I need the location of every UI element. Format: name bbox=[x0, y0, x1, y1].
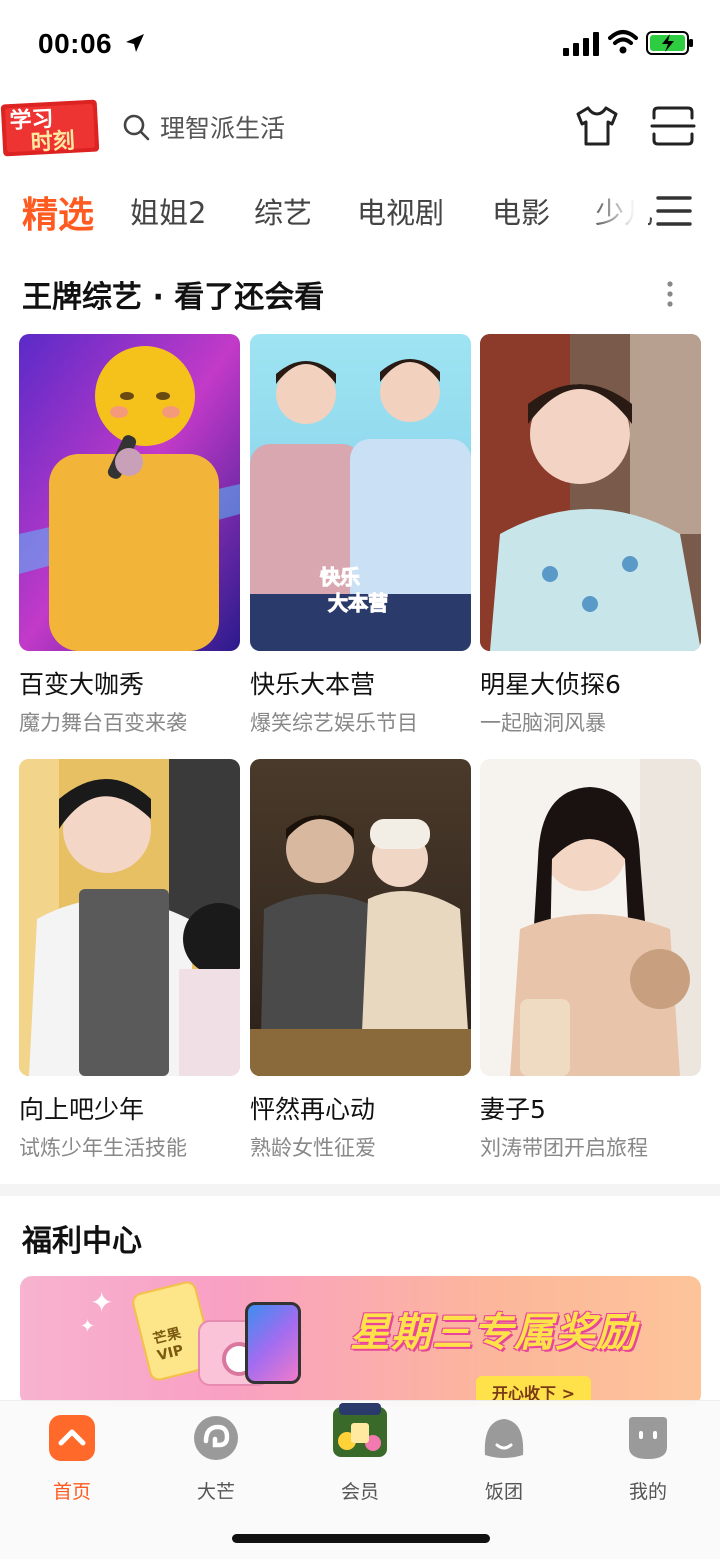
show-title: 怦然再心动 bbox=[250, 1095, 376, 1124]
search-placeholder: 理智派生活 bbox=[160, 114, 286, 143]
show-thumbnail bbox=[480, 334, 701, 651]
show-subtitle: 爆笑综艺娱乐节目 bbox=[250, 711, 418, 735]
nav-fantuan[interactable]: 饭团 bbox=[454, 1415, 554, 1504]
nav-label: 大芒 bbox=[196, 1481, 235, 1503]
menu-icon[interactable] bbox=[656, 194, 692, 228]
nav-member[interactable]: 会员 bbox=[310, 1403, 410, 1504]
show-title: 向上吧少年 bbox=[19, 1095, 145, 1124]
tab-variety[interactable]: 综艺 bbox=[254, 190, 312, 232]
nav-label: 会员 bbox=[340, 1481, 379, 1503]
section-title: 王牌综艺 · 看了还会看 bbox=[22, 280, 325, 315]
show-title: 明星大侦探6 bbox=[480, 670, 621, 699]
nav-profile[interactable]: 我的 bbox=[598, 1415, 698, 1504]
svg-text:快乐: 快乐 bbox=[320, 565, 360, 589]
status-time: 00:06 bbox=[38, 28, 113, 59]
tabs-fade bbox=[588, 178, 648, 248]
tab-sisters[interactable]: 姐姐2 bbox=[130, 190, 206, 232]
category-tabs: 精选 姐姐2 综艺 电视剧 电影 少儿 bbox=[0, 178, 720, 248]
fantuan-icon bbox=[484, 1419, 524, 1458]
search-bar[interactable]: 理智派生活 bbox=[122, 104, 542, 150]
show-subtitle: 熟龄女性征爱 bbox=[250, 1136, 376, 1160]
welfare-title: 福利中心 bbox=[22, 1224, 142, 1259]
member-campaign-icon bbox=[333, 1403, 387, 1457]
show-subtitle: 魔力舞台百变来袭 bbox=[19, 711, 187, 735]
damang-icon bbox=[194, 1416, 238, 1460]
svg-text:大本营: 大本营 bbox=[328, 591, 388, 615]
show-card[interactable]: 怦然再心动 熟龄女性征爱 bbox=[250, 759, 471, 1162]
sparkle-icon: ✦ bbox=[80, 1316, 96, 1337]
show-subtitle: 刘涛带团开启旅程 bbox=[480, 1136, 648, 1160]
show-subtitle: 试炼少年生活技能 bbox=[19, 1136, 187, 1160]
scan-icon[interactable] bbox=[650, 104, 696, 148]
search-icon bbox=[123, 114, 150, 141]
show-thumbnail bbox=[480, 759, 701, 1076]
show-title: 快乐大本营 bbox=[250, 670, 376, 699]
banner-headline: 星期三专属奖励 bbox=[350, 1310, 637, 1356]
nav-damang[interactable]: 大芒 bbox=[166, 1415, 266, 1504]
tab-movies[interactable]: 电影 bbox=[492, 190, 550, 232]
tab-tv-series[interactable]: 电视剧 bbox=[357, 190, 444, 232]
nav-label: 首页 bbox=[52, 1481, 91, 1503]
show-thumbnail bbox=[250, 759, 471, 1076]
show-card[interactable]: 明星大侦探6 一起脑洞风暴 bbox=[480, 334, 701, 737]
battery-charging-icon bbox=[646, 31, 693, 55]
section-divider bbox=[0, 1184, 720, 1196]
show-thumbnail: 快乐 大本营 bbox=[250, 334, 471, 651]
home-indicator bbox=[232, 1534, 490, 1543]
nav-label: 饭团 bbox=[484, 1481, 523, 1503]
show-thumbnail bbox=[19, 759, 240, 1076]
welfare-banner[interactable]: ✦ ✦ 芒果VIP 星期三专属奖励 开心收下 > bbox=[20, 1276, 701, 1406]
phone-graphic bbox=[245, 1302, 301, 1384]
show-card[interactable]: 快乐 大本营 快乐大本营 爆笑综艺娱乐节目 bbox=[250, 334, 471, 737]
show-card[interactable]: 向上吧少年 试炼少年生活技能 bbox=[19, 759, 240, 1162]
svg-text:时刻: 时刻 bbox=[30, 128, 75, 156]
tab-featured[interactable]: 精选 bbox=[22, 186, 94, 238]
show-title: 妻子5 bbox=[480, 1095, 546, 1124]
location-arrow-icon bbox=[126, 34, 144, 52]
wifi-icon bbox=[608, 30, 638, 54]
show-card[interactable]: 百变大咖秀 魔力舞台百变来袭 bbox=[19, 334, 240, 737]
show-thumbnail bbox=[19, 334, 240, 651]
cellular-signal-icon bbox=[563, 32, 599, 56]
sparkle-icon: ✦ bbox=[90, 1286, 114, 1319]
profile-icon bbox=[629, 1417, 667, 1459]
learning-time-logo[interactable]: 学习 时刻 bbox=[0, 96, 104, 158]
status-bar: 00:06 bbox=[0, 0, 720, 84]
home-icon bbox=[49, 1415, 95, 1461]
show-subtitle: 一起脑洞风暴 bbox=[480, 711, 606, 735]
nav-label: 我的 bbox=[628, 1481, 667, 1503]
nav-home[interactable]: 首页 bbox=[22, 1415, 122, 1504]
show-title: 百变大咖秀 bbox=[19, 670, 145, 699]
more-options-icon[interactable] bbox=[660, 280, 680, 308]
tshirt-icon[interactable] bbox=[574, 104, 620, 148]
show-card[interactable]: 妻子5 刘涛带团开启旅程 bbox=[480, 759, 701, 1162]
